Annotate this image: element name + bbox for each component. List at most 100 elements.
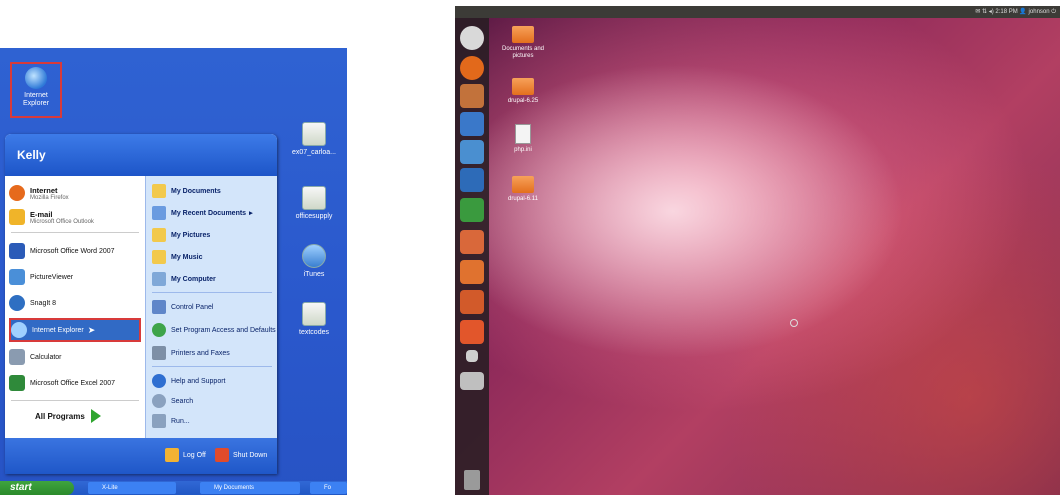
start-button[interactable]: start <box>0 481 74 495</box>
place-run[interactable]: Run... <box>152 412 276 430</box>
log-off-button[interactable]: Log Off <box>165 448 206 462</box>
pictureviewer-icon <box>9 269 25 285</box>
indicator-area[interactable]: ✉ ⇅ ◂) 2:18 PM 👤 johnson ⏻ <box>975 6 1056 18</box>
desktop-icon-ex07[interactable]: ex07_carloa... <box>286 122 342 157</box>
unity-launcher <box>455 18 489 495</box>
desktop-icon-label: officesupply <box>295 213 333 220</box>
place-label: Control Panel <box>171 303 214 311</box>
chromium-icon[interactable] <box>460 140 484 164</box>
snagit-icon <box>9 295 25 311</box>
desktop-icon-php-ini[interactable]: php.ini <box>493 124 553 154</box>
recent-label: Internet Explorer <box>32 326 84 334</box>
desktop-icon-label: php.ini <box>514 147 532 153</box>
divider <box>152 366 272 367</box>
taskbar-item-label: Fo <box>324 485 332 491</box>
desktop-icon-itunes[interactable]: iTunes <box>286 244 342 279</box>
settings-icon[interactable] <box>460 290 484 314</box>
place-my-documents[interactable]: My Documents <box>152 182 276 200</box>
control-panel-icon <box>152 300 166 314</box>
files-icon[interactable] <box>460 84 484 108</box>
desktop-icon-textcodes[interactable]: textcodes <box>286 302 342 337</box>
recent-internet-explorer[interactable]: Internet Explorer ➤ <box>9 318 141 342</box>
recent-calculator[interactable]: Calculator <box>9 346 141 368</box>
document-icon <box>302 186 326 210</box>
desktop-icon-label: Documents and pictures <box>501 46 545 59</box>
place-help[interactable]: Help and Support <box>152 372 276 390</box>
taskbar-item-my-documents[interactable]: My Documents <box>200 482 300 494</box>
place-label: Help and Support <box>171 377 226 385</box>
writer-icon[interactable] <box>460 112 484 136</box>
calculator-icon <box>9 349 25 365</box>
place-label: My Pictures <box>171 231 211 239</box>
text-file-icon <box>515 124 531 144</box>
ubuntu-one-icon[interactable] <box>460 320 484 344</box>
impress-icon[interactable] <box>460 230 484 254</box>
folder-icon <box>512 78 534 95</box>
folder-icon <box>512 176 534 193</box>
document-icon <box>302 302 326 326</box>
submenu-arrow-icon: ▸ <box>249 210 253 217</box>
place-my-pictures[interactable]: My Pictures <box>152 226 276 244</box>
software-center-icon[interactable] <box>460 260 484 284</box>
desktop-icon-label: iTunes <box>303 271 325 278</box>
folder-icon <box>152 184 166 198</box>
power-icon <box>215 448 229 462</box>
place-label: My Documents <box>171 187 221 195</box>
place-label: Run... <box>171 417 190 425</box>
pinned-internet[interactable]: Internet Mozilla Firefox <box>9 182 141 204</box>
place-my-computer[interactable]: My Computer <box>152 270 276 288</box>
top-panel: ✉ ⇅ ◂) 2:18 PM 👤 johnson ⏻ <box>455 6 1060 18</box>
log-off-label: Log Off <box>183 451 206 459</box>
divider <box>152 292 272 293</box>
internet-explorer-icon <box>11 322 27 338</box>
start-menu-programs: Internet Mozilla Firefox E-mail Microsoft … <box>5 176 145 438</box>
pinned-label: Internet <box>30 185 58 195</box>
text-icon[interactable] <box>460 168 484 192</box>
start-menu-user-name: Kelly <box>5 134 277 176</box>
place-search[interactable]: Search <box>152 392 276 410</box>
place-label: My Computer <box>171 275 216 283</box>
place-my-recent-documents[interactable]: My Recent Documents ▸ <box>152 204 276 222</box>
taskbar-item-xlite[interactable]: X-Lite <box>88 482 176 494</box>
desktop-icon-drupal-625[interactable]: drupal-6.25 <box>493 78 553 105</box>
place-control-panel[interactable]: Control Panel <box>152 298 276 316</box>
help-icon <box>152 374 166 388</box>
trash-icon[interactable] <box>464 470 480 490</box>
pinned-email[interactable]: E-mail Microsoft Office Outlook <box>9 206 141 228</box>
taskbar-item-folder[interactable]: Fo <box>310 482 347 494</box>
recent-label: PictureViewer <box>30 273 74 281</box>
place-program-access[interactable]: Set Program Access and Defaults <box>152 318 276 342</box>
place-printers[interactable]: Printers and Faxes <box>152 344 276 362</box>
terminal-icon[interactable] <box>460 372 484 390</box>
recent-pictureviewer[interactable]: PictureViewer <box>9 266 141 288</box>
itunes-icon <box>302 244 326 268</box>
ubuntu-desktop: ✉ ⇅ ◂) 2:18 PM 👤 johnson ⏻ Documents and… <box>455 6 1060 495</box>
music-icon <box>152 250 166 264</box>
recent-label: Microsoft Office Excel 2007 <box>30 379 116 387</box>
start-menu: Kelly Internet Mozilla Firefox E-mail Micr… <box>5 134 277 474</box>
divider <box>11 400 139 401</box>
pinned-sub: Microsoft Office Outlook <box>30 218 94 225</box>
firefox-icon[interactable] <box>460 56 484 80</box>
desktop-icon-officesupply[interactable]: officesupply <box>286 186 342 221</box>
recent-excel[interactable]: Microsoft Office Excel 2007 <box>9 372 141 394</box>
recent-label: Calculator <box>30 353 62 361</box>
printer-icon <box>152 346 166 360</box>
calc-icon[interactable] <box>460 198 484 222</box>
recent-snagit[interactable]: SnagIt 8 <box>9 292 141 314</box>
recent-word[interactable]: Microsoft Office Word 2007 <box>9 240 141 262</box>
shut-down-button[interactable]: Shut Down <box>215 448 267 462</box>
desktop-icon-drupal-611[interactable]: drupal-6.11 <box>493 176 553 203</box>
run-icon <box>152 414 166 428</box>
outlook-icon <box>9 209 25 225</box>
search-icon <box>152 394 166 408</box>
place-my-music[interactable]: My Music <box>152 248 276 266</box>
pictures-icon <box>152 228 166 242</box>
workspace-icon[interactable] <box>466 350 478 362</box>
desktop-icon-internet-explorer[interactable]: Internet Explorer <box>10 62 62 118</box>
all-programs-button[interactable]: All Programs <box>35 409 101 423</box>
internet-explorer-icon <box>25 67 47 89</box>
dash-home-icon[interactable] <box>460 26 484 50</box>
desktop-icon-documents[interactable]: Documents and pictures <box>493 26 553 60</box>
log-off-icon <box>165 448 179 462</box>
